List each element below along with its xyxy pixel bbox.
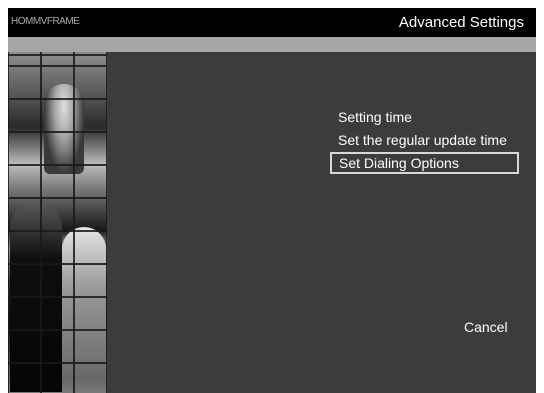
menu-item-label: Set the regular update time xyxy=(338,132,507,148)
menu-item-regular-update-time[interactable]: Set the regular update time xyxy=(330,129,515,151)
brand-logo: HOMMVFRAME xyxy=(11,16,80,27)
mosaic-grid xyxy=(8,52,107,393)
menu-item-dialing-options[interactable]: Set Dialing Options xyxy=(330,152,519,174)
subheader-bar xyxy=(8,37,536,52)
header-bar: HOMMVFRAME Advanced Settings xyxy=(8,8,536,37)
page-title: Advanced Settings xyxy=(398,14,524,31)
wedding-photo-mosaic xyxy=(8,52,107,393)
cancel-button[interactable]: Cancel xyxy=(464,319,508,335)
menu-item-label: Setting time xyxy=(338,109,412,125)
menu-item-setting-time[interactable]: Setting time xyxy=(330,106,420,128)
advanced-settings-screen: HOMMVFRAME Advanced Settings Setting tim… xyxy=(8,8,536,393)
menu-item-label: Set Dialing Options xyxy=(339,155,459,171)
